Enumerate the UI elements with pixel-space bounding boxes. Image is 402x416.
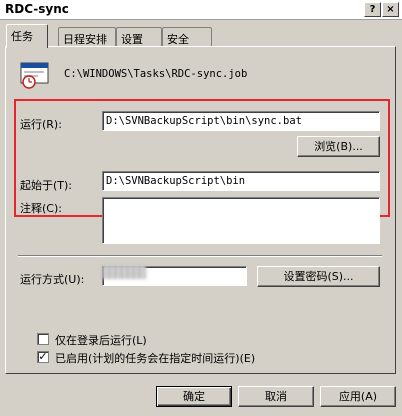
enabled-label: 已启用(计划的任务会在指定时间运行)(E) <box>55 352 256 365</box>
redacted-username <box>102 265 146 279</box>
window-title: RDC-sync <box>5 2 69 16</box>
ok-button[interactable]: 确定 <box>156 386 232 407</box>
comment-label: 注释(C): <box>20 202 62 215</box>
title-bar: RDC-sync ? × <box>0 0 402 20</box>
tab-schedule[interactable]: 日程安排 <box>58 27 116 47</box>
only-logged-on-label: 仅在登录后运行(L) <box>55 334 147 347</box>
browse-button[interactable]: 浏览(B)... <box>297 136 380 157</box>
run-as-label: 运行方式(U): <box>20 273 85 286</box>
tab-task[interactable]: 任务 <box>6 24 48 48</box>
enabled-checkbox[interactable]: ✓ <box>37 351 49 363</box>
cancel-button[interactable]: 取消 <box>238 386 314 407</box>
apply-button[interactable]: 应用(A) <box>320 386 396 407</box>
start-in-input[interactable]: D:\SVNBackupScript\bin <box>102 171 380 191</box>
tab-settings[interactable]: 设置 <box>116 27 162 47</box>
divider <box>18 255 382 257</box>
close-button[interactable]: × <box>382 2 399 17</box>
start-in-label: 起始于(T): <box>20 179 73 192</box>
run-input[interactable]: D:\SVNBackupScript\bin\sync.bat <box>102 111 380 131</box>
task-file-path: C:\WINDOWS\Tasks\RDC-sync.job <box>64 68 248 80</box>
help-button[interactable]: ? <box>364 2 381 17</box>
set-password-button[interactable]: 设置密码(S)... <box>257 266 380 287</box>
run-label: 运行(R): <box>20 118 62 131</box>
tab-security[interactable]: 安全 <box>162 27 212 47</box>
only-logged-on-checkbox[interactable] <box>37 333 49 345</box>
comment-textarea[interactable] <box>102 197 380 244</box>
scheduled-task-icon <box>20 62 49 89</box>
